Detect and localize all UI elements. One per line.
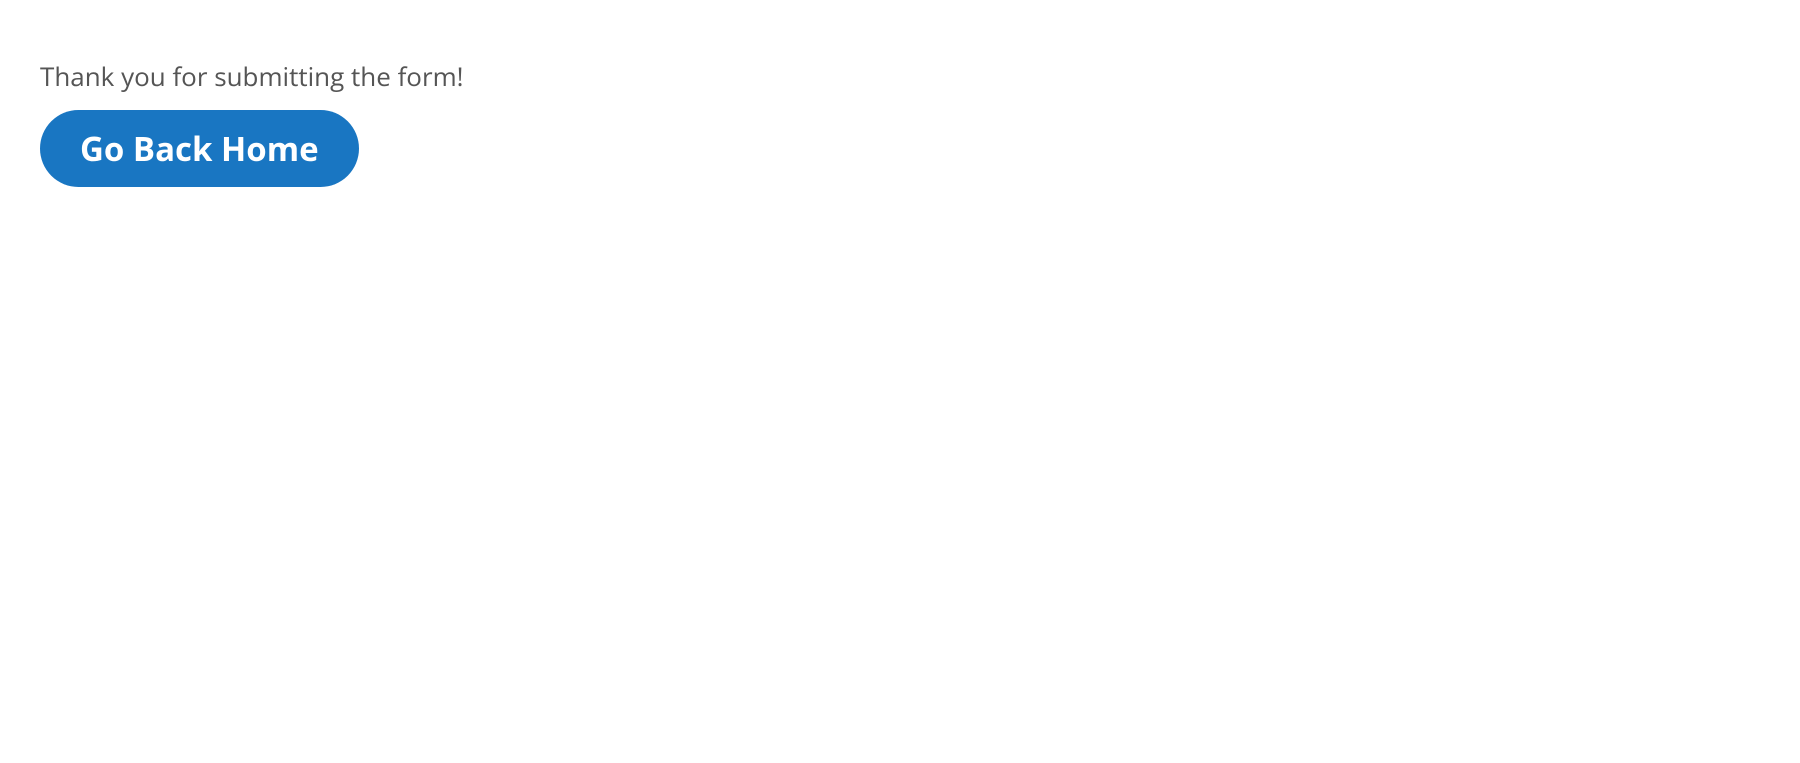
thank-you-message: Thank you for submitting the form! [40, 58, 1800, 94]
go-back-home-button[interactable]: Go Back Home [40, 110, 359, 187]
